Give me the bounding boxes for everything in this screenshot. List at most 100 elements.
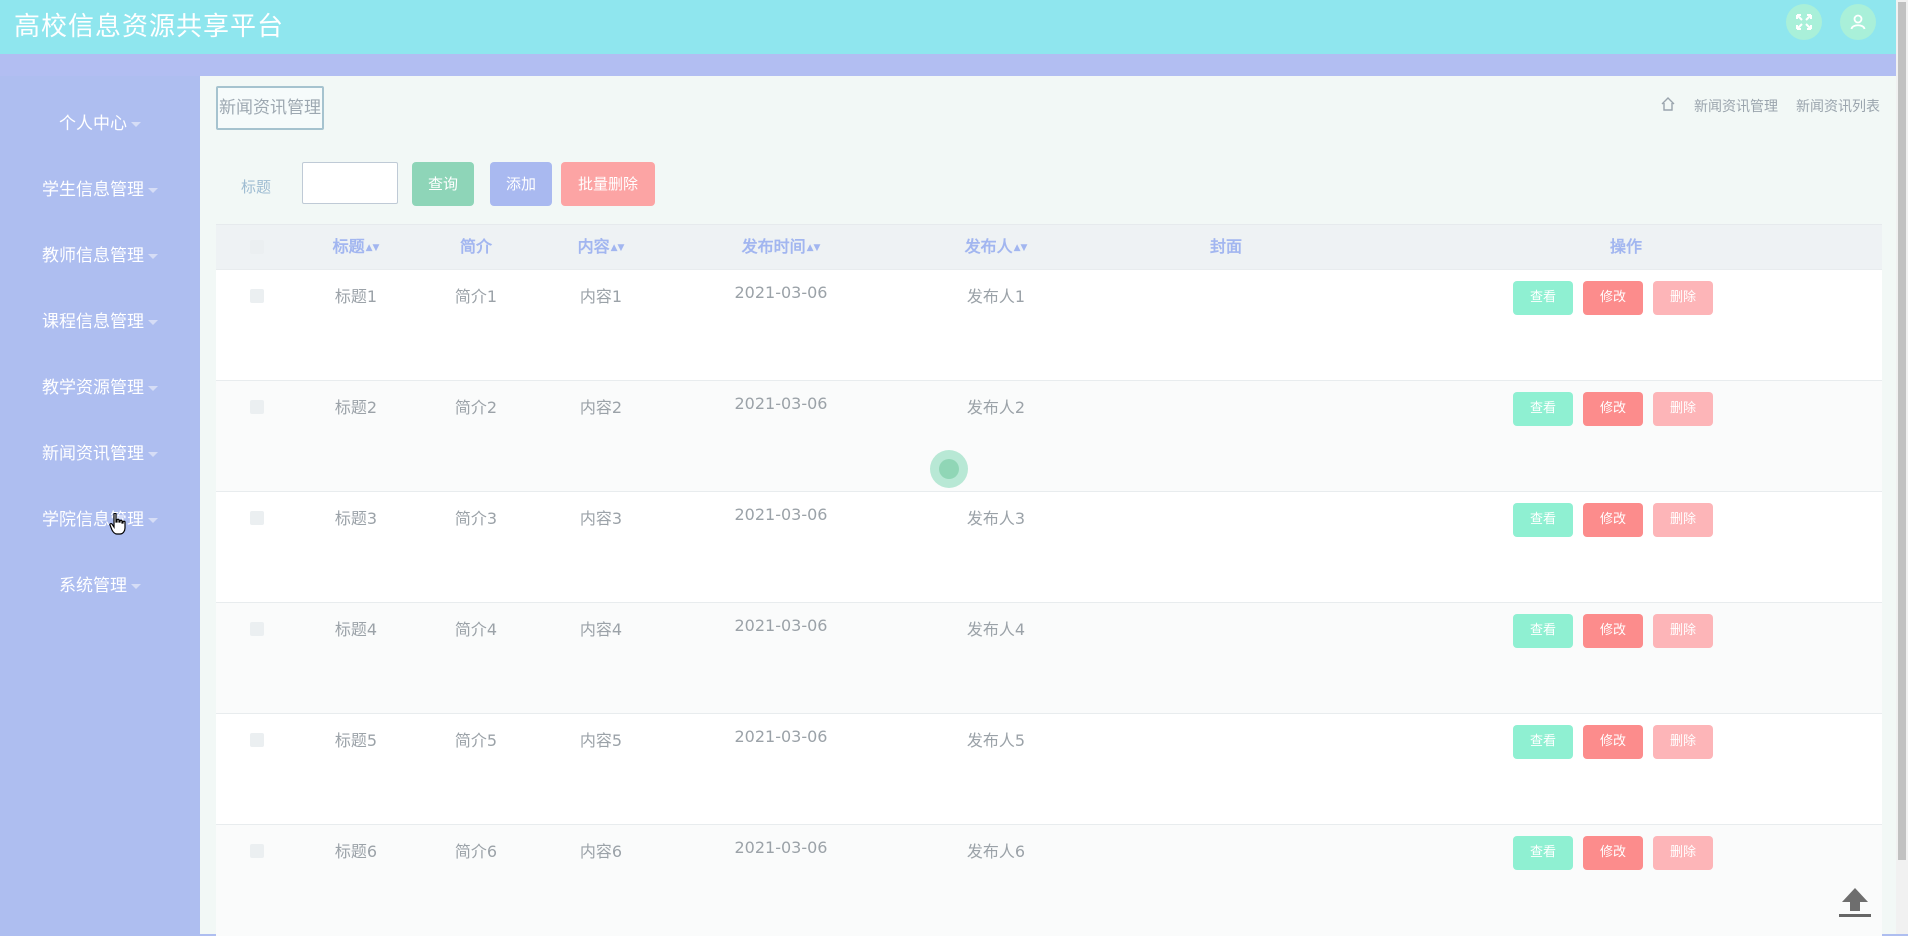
sidebar-item-college-info[interactable]: 学院信息管理 <box>0 500 200 540</box>
cell-title: 标题3 <box>334 509 378 528</box>
row-checkbox[interactable] <box>250 733 264 747</box>
cell-intro: 简介6 <box>454 842 498 861</box>
row-checkbox[interactable] <box>250 289 264 303</box>
sidebar-item-label: 学生信息管理 <box>42 180 144 200</box>
cell-content: 内容6 <box>579 842 623 861</box>
chevron-down-icon <box>148 319 158 325</box>
loading-dot <box>939 459 959 479</box>
cell-author: 发布人6 <box>966 842 1026 861</box>
column-header-intro: 简介 <box>459 237 492 256</box>
sidebar-item-teaching-resources[interactable]: 教学资源管理 <box>0 368 200 408</box>
cell-date: 2021-03-06 <box>734 505 828 524</box>
edit-button[interactable]: 修改 <box>1583 836 1643 870</box>
column-header-date[interactable]: 发布时间▲▼ <box>721 225 841 269</box>
scrollbar-thumb[interactable] <box>1898 2 1906 860</box>
view-button[interactable]: 查看 <box>1513 392 1573 426</box>
sort-icon[interactable]: ▲▼ <box>366 243 380 253</box>
chevron-down-icon <box>148 517 158 523</box>
row-checkbox[interactable] <box>250 622 264 636</box>
column-header-content[interactable]: 内容▲▼ <box>561 225 641 269</box>
chevron-down-icon <box>148 451 158 457</box>
cell-title: 标题2 <box>334 398 378 417</box>
chevron-down-icon <box>148 385 158 391</box>
sidebar-item-personal-center[interactable]: 个人中心 <box>0 104 200 144</box>
row-checkbox[interactable] <box>250 844 264 858</box>
sidebar-item-system[interactable]: 系统管理 <box>0 566 200 606</box>
view-button[interactable]: 查看 <box>1513 281 1573 315</box>
breadcrumb-item: 新闻资讯列表 <box>1796 99 1880 115</box>
sort-icon[interactable]: ▲▼ <box>807 243 821 253</box>
sidebar-item-student-info[interactable]: 学生信息管理 <box>0 170 200 210</box>
delete-button[interactable]: 删除 <box>1653 281 1713 315</box>
sidebar-item-label: 教学资源管理 <box>42 378 144 398</box>
delete-button[interactable]: 删除 <box>1653 836 1713 870</box>
sidebar-item-label: 学院信息管理 <box>42 510 144 530</box>
sidebar-item-course-info[interactable]: 课程信息管理 <box>0 302 200 342</box>
title-search-input[interactable] <box>302 162 398 204</box>
column-header-actions: 操作 <box>1609 237 1642 256</box>
sidebar-item-label: 系统管理 <box>59 576 127 596</box>
delete-button[interactable]: 删除 <box>1653 725 1713 759</box>
search-button[interactable]: 查询 <box>412 162 474 206</box>
fullscreen-icon[interactable] <box>1786 4 1822 40</box>
batch-delete-button[interactable]: 批量删除 <box>561 162 655 206</box>
header-strip <box>0 54 1896 76</box>
title-filter-label: 标题 <box>241 178 272 196</box>
column-header-author[interactable]: 发布人▲▼ <box>946 225 1046 269</box>
cell-date: 2021-03-06 <box>734 394 828 413</box>
cell-author: 发布人1 <box>966 287 1026 306</box>
table-row: 标题1 简介1 内容1 2021-03-06 发布人1 查看 修改 删除 <box>216 269 1882 381</box>
column-header-title[interactable]: 标题▲▼ <box>316 225 396 269</box>
back-to-top-icon[interactable] <box>1835 884 1875 924</box>
cell-intro: 简介3 <box>454 509 498 528</box>
cell-intro: 简介2 <box>454 398 498 417</box>
table-row: 标题3 简介3 内容3 2021-03-06 发布人3 查看 修改 删除 <box>216 491 1882 603</box>
cell-date: 2021-03-06 <box>734 727 828 746</box>
chevron-down-icon <box>131 121 141 127</box>
sidebar-item-news[interactable]: 新闻资讯管理 <box>0 434 200 474</box>
main-content: 新闻资讯管理 新闻资讯管理 新闻资讯列表 标题 查询 添加 批量删除 标题▲▼ … <box>200 76 1896 936</box>
table-row: 标题6 简介6 内容6 2021-03-06 发布人6 查看 修改 删除 <box>216 824 1882 936</box>
cell-title: 标题4 <box>334 620 378 639</box>
news-table: 标题▲▼ 简介 内容▲▼ 发布时间▲▼ 发布人▲▼ 封面 操作 标题1 简介1 … <box>216 224 1882 936</box>
table-row: 标题5 简介5 内容5 2021-03-06 发布人5 查看 修改 删除 <box>216 713 1882 825</box>
cell-title: 标题6 <box>334 842 378 861</box>
delete-button[interactable]: 删除 <box>1653 503 1713 537</box>
page-title: 新闻资讯管理 <box>216 86 324 130</box>
sidebar-item-label: 个人中心 <box>59 114 127 134</box>
edit-button[interactable]: 修改 <box>1583 503 1643 537</box>
view-button[interactable]: 查看 <box>1513 725 1573 759</box>
sort-icon[interactable]: ▲▼ <box>611 243 625 253</box>
cell-author: 发布人3 <box>966 509 1026 528</box>
table-row: 标题2 简介2 内容2 2021-03-06 发布人2 查看 修改 删除 <box>216 380 1882 492</box>
add-button[interactable]: 添加 <box>490 162 552 206</box>
breadcrumb: 新闻资讯管理 新闻资讯列表 <box>1660 96 1880 116</box>
cell-date: 2021-03-06 <box>734 838 828 857</box>
edit-button[interactable]: 修改 <box>1583 614 1643 648</box>
cell-intro: 简介4 <box>454 620 498 639</box>
table-row: 标题4 简介4 内容4 2021-03-06 发布人4 查看 修改 删除 <box>216 602 1882 714</box>
view-button[interactable]: 查看 <box>1513 836 1573 870</box>
breadcrumb-item[interactable]: 新闻资讯管理 <box>1694 96 1778 116</box>
row-checkbox[interactable] <box>250 511 264 525</box>
cell-title: 标题1 <box>334 287 378 306</box>
page-scrollbar[interactable] <box>1896 0 1908 934</box>
view-button[interactable]: 查看 <box>1513 614 1573 648</box>
user-icon[interactable] <box>1840 4 1876 40</box>
app-title: 高校信息资源共享平台 <box>14 12 285 42</box>
home-icon[interactable] <box>1660 96 1676 116</box>
select-all-checkbox[interactable] <box>250 240 264 254</box>
sidebar-item-teacher-info[interactable]: 教师信息管理 <box>0 236 200 276</box>
delete-button[interactable]: 删除 <box>1653 614 1713 648</box>
sort-icon[interactable]: ▲▼ <box>1014 243 1028 253</box>
delete-button[interactable]: 删除 <box>1653 392 1713 426</box>
cell-title: 标题5 <box>334 731 378 750</box>
view-button[interactable]: 查看 <box>1513 503 1573 537</box>
edit-button[interactable]: 修改 <box>1583 281 1643 315</box>
edit-button[interactable]: 修改 <box>1583 392 1643 426</box>
edit-button[interactable]: 修改 <box>1583 725 1643 759</box>
loading-spinner <box>930 450 968 488</box>
row-checkbox[interactable] <box>250 400 264 414</box>
chevron-down-icon <box>148 253 158 259</box>
cell-intro: 简介5 <box>454 731 498 750</box>
